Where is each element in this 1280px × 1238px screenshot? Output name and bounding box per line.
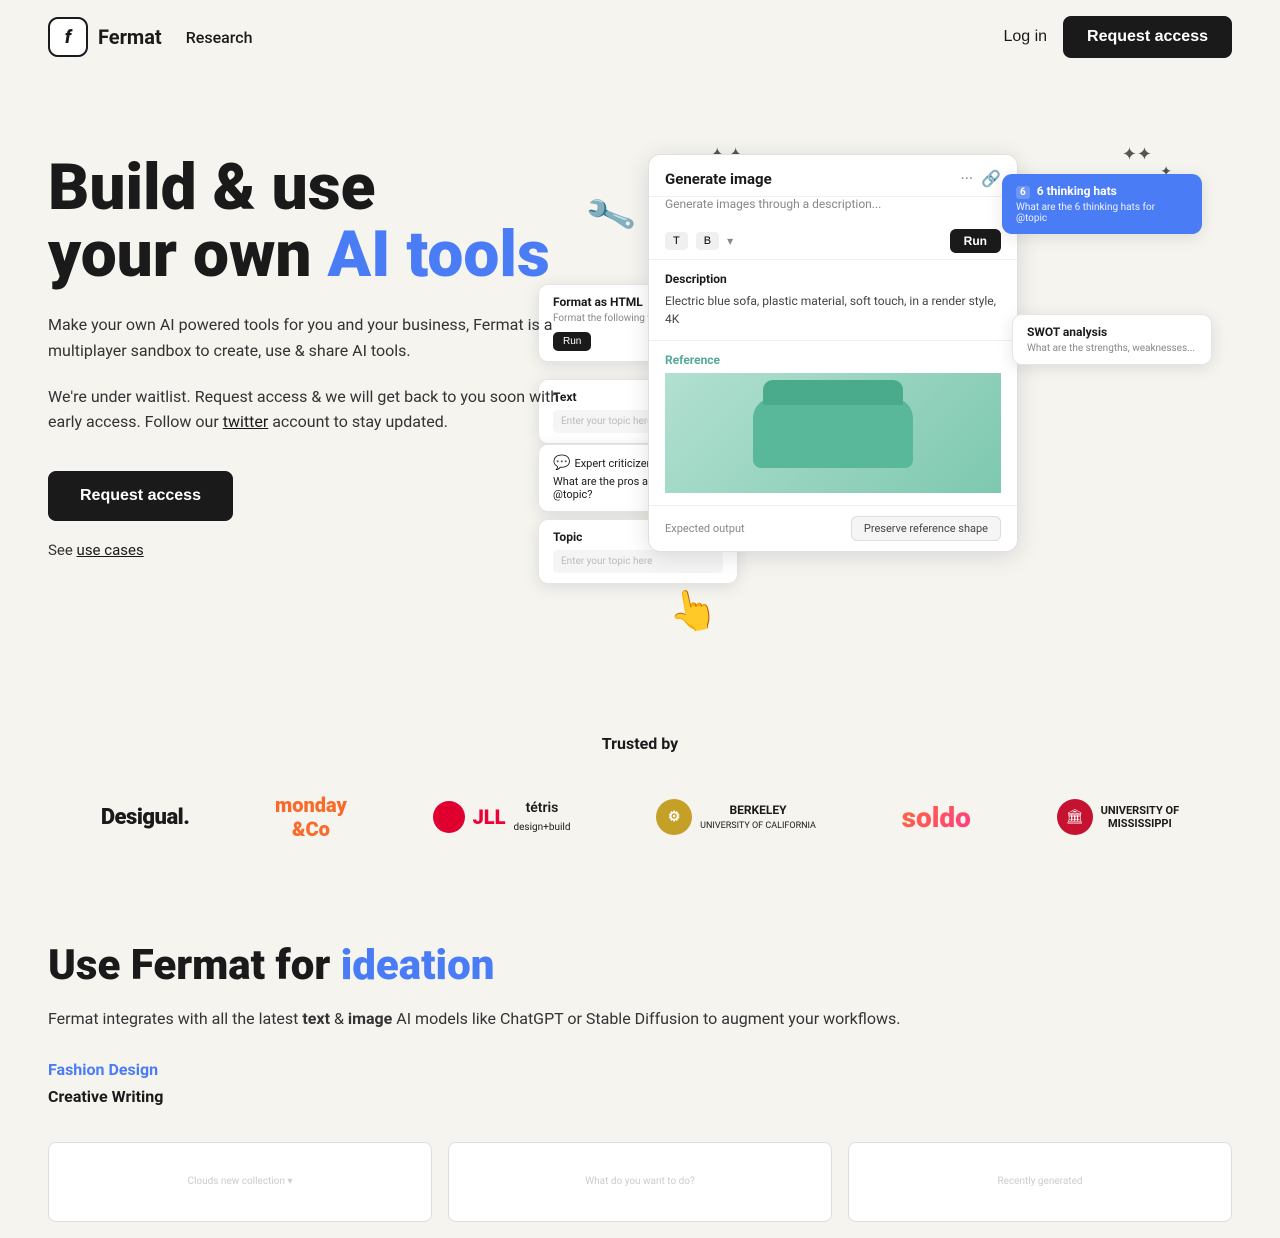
- thumb-2-label: What do you want to do?: [585, 1176, 694, 1187]
- sofa-illustration: [753, 398, 913, 468]
- thumb-2: What do you want to do?: [448, 1142, 832, 1222]
- expected-label: Expected output: [665, 522, 745, 535]
- creative-writing-link[interactable]: Creative Writing: [48, 1087, 1232, 1106]
- use-cases-link[interactable]: use cases: [77, 541, 144, 559]
- thumb-3-label: Recently generated: [997, 1176, 1082, 1187]
- thinking-hats-card: 6 6 thinking hats What are the 6 thinkin…: [1002, 174, 1202, 234]
- see-prefix: See: [48, 541, 77, 559]
- see-use-cases: See use cases: [48, 541, 568, 559]
- hero-desc2: We're under waitlist. Request access & w…: [48, 384, 568, 435]
- toolbar-t-btn[interactable]: T: [665, 232, 688, 250]
- berkeley-circle: ⚙: [656, 799, 692, 835]
- card-title: Generate image: [665, 170, 772, 188]
- hero-title-ai-tools: AI tools: [327, 217, 549, 292]
- hand-pointer-icon: 👆: [664, 583, 721, 638]
- thumb-1-label: Clouds new collection ▾: [187, 1176, 292, 1187]
- twitter-link[interactable]: twitter: [223, 412, 269, 431]
- logo-link[interactable]: f Fermat: [48, 17, 162, 57]
- swot-title: SWOT analysis: [1027, 325, 1197, 339]
- berkeley-text: BERKELEYUNIVERSITY OF CALIFORNIA: [700, 803, 816, 831]
- tetris-text: tétrisdesign+build: [513, 799, 570, 835]
- tool-icon: 🔧: [582, 188, 638, 243]
- nav-right: Log in Request access: [1003, 16, 1232, 58]
- mississippi-text: UNIVERSITY OFMISSISSIPPI: [1101, 804, 1180, 830]
- reference-image: [665, 373, 1001, 493]
- more-icon[interactable]: ···: [961, 169, 974, 188]
- trusted-label: Trusted by: [48, 734, 1232, 753]
- reference-label: Reference: [665, 353, 1001, 367]
- card-subtitle: Generate images through a description...: [649, 197, 1017, 223]
- jll-logo: JLL tétrisdesign+build: [433, 799, 571, 835]
- description-section: Description Electric blue sofa, plastic …: [649, 260, 1017, 341]
- thinking-title: 6 6 thinking hats: [1016, 184, 1188, 198]
- jll-text: JLL: [473, 805, 506, 829]
- link-icon[interactable]: 🔗: [981, 169, 1001, 188]
- preserve-shape-select[interactable]: Preserve reference shape: [851, 516, 1001, 541]
- star-deco-3: ✦✦: [1122, 144, 1152, 165]
- soldo-logo: soldo: [902, 801, 971, 834]
- use-fermat-section: Use Fermat for ideation Fermat integrate…: [0, 901, 1280, 1126]
- hero-section: Build & use your own AI tools Make your …: [0, 74, 1280, 694]
- hero-desc2-suffix: account to stay updated.: [268, 412, 448, 431]
- toolbar-chevron: ▾: [727, 234, 733, 248]
- toolbar-b-btn[interactable]: B: [696, 232, 719, 250]
- fashion-design-link[interactable]: Fashion Design: [48, 1060, 1232, 1079]
- trusted-section: Trusted by Desigual. monday&Co JLL tétri…: [0, 694, 1280, 901]
- mississippi-logo: 🏛 UNIVERSITY OFMISSISSIPPI: [1057, 799, 1180, 835]
- description-text: Electric blue sofa, plastic material, so…: [665, 292, 1001, 328]
- hero-desc1: Make your own AI powered tools for you a…: [48, 312, 568, 363]
- card-toolbar: T B ▾ Run: [649, 223, 1017, 260]
- jll-circle: [433, 801, 465, 833]
- desigual-logo: Desigual.: [101, 805, 190, 830]
- card-bottom: Expected output Preserve reference shape: [649, 506, 1017, 551]
- thumb-3: Recently generated: [848, 1142, 1232, 1222]
- logos-row: Desigual. monday&Co JLL tétrisdesign+bui…: [48, 793, 1232, 881]
- card-header-icons: ··· 🔗: [961, 169, 1001, 188]
- berkeley-logo: ⚙ BERKELEYUNIVERSITY OF CALIFORNIA: [656, 799, 816, 835]
- login-button[interactable]: Log in: [1003, 28, 1047, 46]
- research-link[interactable]: Research: [186, 28, 253, 47]
- card-header: Generate image ··· 🔗: [649, 155, 1017, 197]
- hero-illustration: ✦✦ ✦ ✦✦ ✦ 🔧 Format as HTML Format the fo…: [528, 134, 1232, 654]
- thinking-subtitle: What are the 6 thinking hats for @topic: [1016, 202, 1188, 224]
- hero-left: Build & use your own AI tools Make your …: [48, 134, 568, 654]
- request-access-nav-button[interactable]: Request access: [1063, 16, 1232, 58]
- description-label: Description: [665, 272, 1001, 286]
- logo-text: Fermat: [98, 25, 162, 49]
- navbar: f Fermat Research Log in Request access: [0, 0, 1280, 74]
- generate-image-card: Generate image ··· 🔗 Generate images thr…: [648, 154, 1018, 552]
- request-access-hero-button[interactable]: Request access: [48, 471, 233, 521]
- use-title-plain: Use Fermat for: [48, 941, 341, 990]
- hero-title-line1: Build & use: [48, 150, 375, 225]
- expert-title: Expert criticizer: [574, 457, 650, 470]
- topic-placeholder[interactable]: Enter your topic here: [553, 550, 723, 573]
- logo-icon: f: [48, 17, 88, 57]
- use-desc: Fermat integrates with all the latest te…: [48, 1006, 1232, 1032]
- swot-card: SWOT analysis What are the strengths, we…: [1012, 314, 1212, 365]
- hero-title: Build & use your own AI tools: [48, 154, 568, 288]
- monday-logo: monday&Co: [275, 793, 347, 841]
- swot-subtitle: What are the strengths, weaknesses...: [1027, 343, 1197, 354]
- hero-title-line2-plain: your own: [48, 217, 327, 292]
- run-button[interactable]: Run: [950, 229, 1001, 253]
- nav-left: f Fermat Research: [48, 17, 253, 57]
- use-title: Use Fermat for ideation: [48, 941, 1232, 990]
- thinking-label: 6 thinking hats: [1037, 184, 1117, 198]
- bottom-thumbnails: Clouds new collection ▾ What do you want…: [0, 1126, 1280, 1238]
- reference-section: Reference: [649, 341, 1017, 506]
- thumb-1: Clouds new collection ▾: [48, 1142, 432, 1222]
- thinking-badge: 6: [1016, 186, 1030, 199]
- use-title-ideation: ideation: [341, 941, 495, 990]
- mississippi-circle: 🏛: [1057, 799, 1093, 835]
